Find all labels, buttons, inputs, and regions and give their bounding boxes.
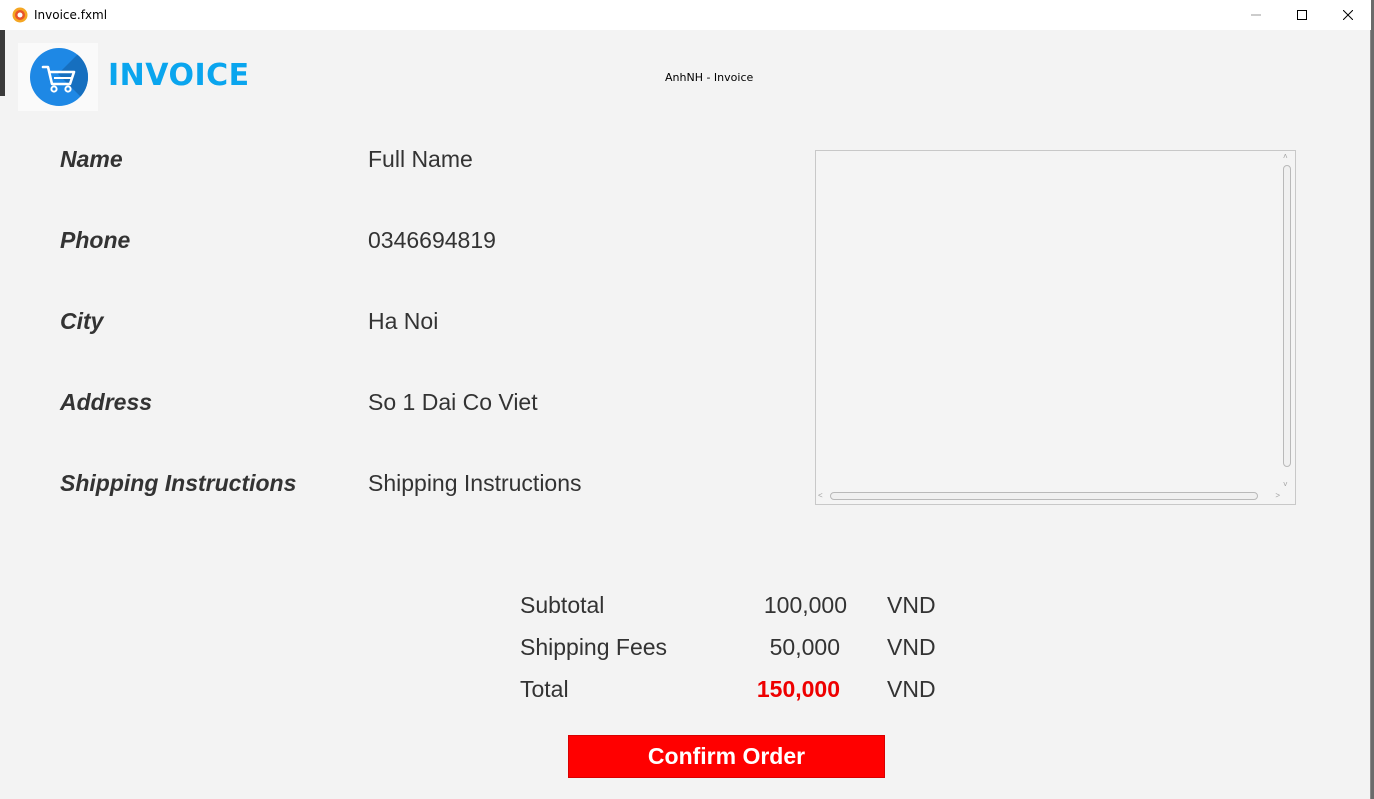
maximize-button[interactable] (1279, 0, 1325, 30)
phone-value: 0346694819 (368, 227, 496, 253)
shipping-instructions-value: Shipping Instructions (368, 470, 582, 496)
total-label: Total (520, 676, 569, 702)
shipping-fees-currency: VND (887, 634, 936, 660)
close-icon (1343, 10, 1353, 20)
total-value: 150,000 (756, 676, 840, 702)
address-value: So 1 Dai Co Viet (368, 389, 538, 415)
shipping-instructions-label: Shipping Instructions (60, 470, 297, 496)
address-label: Address (60, 389, 153, 415)
subtotal-value: 100,000 (763, 592, 847, 618)
app-icon (12, 7, 28, 23)
shipping-fees-label: Shipping Fees (520, 634, 668, 660)
confirm-order-button[interactable]: Confirm Order (568, 735, 885, 778)
city-label: City (60, 308, 104, 334)
subtotal-label: Subtotal (520, 592, 605, 618)
close-button[interactable] (1325, 0, 1371, 30)
city-value: Ha Noi (368, 308, 439, 334)
logo (18, 43, 98, 111)
invoice-window: Invoice.fxml INVOICE AnhNH - Invoice Nam… (0, 0, 1371, 799)
shopping-cart-icon (30, 48, 88, 106)
minimize-icon (1251, 14, 1261, 16)
title-bar[interactable]: Invoice.fxml (0, 0, 1371, 30)
notes-text-area[interactable]: ˄ ˅ < > (815, 150, 1296, 505)
background-window-edge (0, 30, 5, 96)
shipping-fees-value: 50,000 (769, 634, 840, 660)
phone-label: Phone (60, 227, 131, 253)
scroll-up-icon[interactable]: ˄ (1283, 153, 1288, 161)
total-currency: VND (887, 676, 936, 702)
window-title: Invoice.fxml (34, 8, 108, 22)
minimize-button[interactable] (1233, 0, 1279, 30)
page-subtitle: AnhNH - Invoice (665, 71, 754, 84)
scroll-right-icon[interactable]: > (1275, 492, 1280, 500)
vertical-scroll-thumb[interactable] (1283, 165, 1291, 467)
subtotal-currency: VND (887, 592, 936, 618)
vertical-scrollbar[interactable]: ˄ ˅ (1281, 153, 1293, 489)
scroll-down-icon[interactable]: ˅ (1283, 481, 1288, 489)
horizontal-scrollbar[interactable]: < > (818, 490, 1280, 502)
page-title: INVOICE (108, 58, 250, 93)
name-value: Full Name (368, 146, 473, 172)
horizontal-scroll-thumb[interactable] (830, 492, 1258, 500)
name-label: Name (60, 146, 123, 172)
scroll-left-icon[interactable]: < (818, 492, 823, 500)
maximize-icon (1297, 10, 1307, 20)
